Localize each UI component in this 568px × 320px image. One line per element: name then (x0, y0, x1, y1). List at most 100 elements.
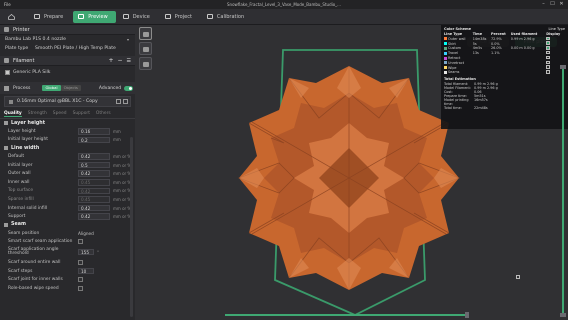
plate-thumbnail-1[interactable] (139, 27, 152, 40)
tab-device-label: Device (132, 13, 150, 20)
gcode-legend: Color Scheme Line Type Line Type Time Pe… (441, 25, 568, 129)
setting-label: Sparse infill (8, 196, 34, 202)
seam-title: Seam (11, 222, 26, 228)
sidebar-scrollbar[interactable] (130, 137, 133, 317)
scarf-inner-checkbox[interactable] (78, 277, 83, 283)
line-width-outer-input[interactable]: 0.42 (78, 170, 110, 177)
printer-section-header[interactable]: Printer (0, 25, 135, 35)
display-checkbox[interactable] (546, 70, 550, 74)
plate-type-row[interactable]: Plate type Smooth PEI Plate / High Temp … (0, 44, 135, 53)
filament-color-swatch[interactable] (5, 69, 10, 75)
plate-type-value[interactable]: Smooth PEI Plate / High Temp Plate (35, 46, 116, 51)
advanced-switch[interactable] (124, 85, 134, 91)
move-slider-handle[interactable] (465, 312, 469, 318)
display-checkbox[interactable] (546, 36, 550, 41)
tab-strength[interactable]: Strength (28, 111, 47, 116)
line-width-support-input[interactable]: 0.42 (78, 213, 110, 220)
smart-scarf-checkbox[interactable] (78, 239, 83, 245)
printer-select[interactable]: Bambu Lab P1S 0.4 nozzle ▾ (0, 35, 135, 44)
process-scope-toggle[interactable]: Global Objects (42, 85, 81, 91)
scarf-angle-input[interactable]: 155 (78, 248, 94, 256)
layer-slider[interactable] (560, 65, 566, 320)
close-button[interactable]: ✕ (557, 0, 566, 9)
legend-row[interactable]: Seams (444, 70, 565, 75)
display-checkbox[interactable] (546, 41, 550, 45)
filament-section-header[interactable]: Filament + − ☰ (0, 56, 135, 66)
maximize-button[interactable]: ☐ (548, 0, 557, 9)
line-width-top-input[interactable]: 0.42 (78, 187, 110, 195)
display-checkbox[interactable] (546, 65, 550, 69)
unit-label: mm (113, 137, 121, 143)
tab-others[interactable]: Others (96, 111, 111, 116)
unit-label: mm or % (113, 171, 132, 177)
plate-thumbnail-3[interactable] (139, 57, 152, 70)
move-slider[interactable] (225, 312, 469, 318)
scarf-angle-row: Scarf application angle threshold 155 ° (0, 246, 135, 258)
preset-name: 0.16mm Optimal @BBL X1C - Copy (17, 99, 98, 104)
display-checkbox[interactable] (546, 60, 550, 65)
seam-position-select[interactable]: Aligned (78, 231, 94, 236)
role-based-checkbox[interactable] (78, 285, 83, 291)
3d-viewport[interactable]: Slice plate Print plate Color Scheme Lin… (135, 25, 568, 320)
line-width-internal-input[interactable]: 0.42 (78, 204, 110, 212)
display-checkbox[interactable] (546, 46, 550, 50)
display-checkbox[interactable] (546, 55, 550, 60)
color-scheme-select[interactable]: Line Type (549, 27, 565, 31)
tab-prepare[interactable]: Prepare (29, 11, 71, 23)
process-preset-select[interactable]: 0.16mm Optimal @BBL X1C - Copy (4, 96, 131, 107)
setting-label: Scarf steps (8, 268, 33, 274)
preset-icon (9, 99, 13, 104)
scarf-around-checkbox[interactable] (78, 259, 83, 265)
legend-color-swatch (444, 66, 447, 70)
tab-preview[interactable]: Preview (73, 10, 116, 23)
tab-calibration[interactable]: Calibration (202, 11, 252, 23)
add-filament-icon[interactable]: + (108, 57, 113, 64)
line-width-inner-row: Inner wall 0.45 mm or % (0, 178, 135, 187)
line-width-initial-input[interactable]: 0.5 (78, 161, 110, 169)
layer-height-row: Layer height 0.16 mm (0, 127, 135, 136)
line-width-default-input[interactable]: 0.42 (78, 153, 110, 160)
minimize-button[interactable]: – (539, 0, 548, 9)
tab-quality[interactable]: Quality (4, 111, 22, 117)
setting-label: Internal solid infill (8, 205, 48, 211)
save-preset-icon[interactable] (116, 99, 121, 104)
tab-device[interactable]: Device (118, 11, 158, 23)
layer-height-input[interactable]: 0.16 (78, 128, 110, 135)
unit-label: mm or % (113, 214, 132, 220)
setting-label: Initial layer (8, 162, 33, 168)
layer-slider-top-handle[interactable] (560, 65, 566, 69)
mouse-cursor (516, 275, 520, 279)
line-width-sparse-input[interactable]: 0.45 (78, 196, 110, 203)
global-toggle[interactable]: Global (42, 85, 61, 91)
remove-filament-icon[interactable]: − (117, 57, 122, 64)
scarf-around-row: Scarf around entire wall (0, 258, 135, 267)
initial-layer-height-row: Initial layer height 0.2 mm (0, 136, 135, 145)
edit-preset-icon[interactable] (123, 99, 128, 104)
tab-preview-label: Preview (88, 13, 108, 20)
window-controls: – ☐ ✕ (539, 0, 566, 9)
setting-label: Scarf joint for inner walls (8, 277, 63, 283)
display-checkbox[interactable] (546, 50, 550, 55)
tab-support[interactable]: Support (73, 111, 90, 116)
line-type-table: Line Type Time Percent Used filament Dis… (444, 32, 565, 75)
plate-icon (142, 47, 149, 52)
plate-thumbnail-2[interactable] (139, 42, 152, 55)
filament-settings-icon[interactable]: ☰ (127, 58, 131, 64)
setting-label: Role-based wipe speed (8, 285, 59, 291)
setting-label: Default (8, 153, 25, 159)
layer-slider-bottom-handle[interactable] (560, 313, 566, 317)
tab-project[interactable]: Project (160, 11, 200, 23)
initial-layer-height-input[interactable]: 0.2 (78, 136, 110, 144)
legend-line-type: Seams (444, 70, 473, 75)
view-toolbar (139, 27, 153, 70)
setting-label: Seam position (8, 230, 40, 236)
objects-toggle[interactable]: Objects (60, 85, 81, 91)
line-width-top-row: Top surface 0.42 mm or % (0, 187, 135, 196)
scarf-steps-input[interactable]: 10 (78, 267, 94, 275)
line-width-support-row: Support 0.42 mm or % (0, 212, 135, 221)
home-button[interactable] (3, 11, 27, 23)
line-width-inner-input[interactable]: 0.45 (78, 179, 110, 186)
tab-speed[interactable]: Speed (53, 111, 67, 116)
filament-item[interactable]: Generic PLA Silk (0, 66, 135, 78)
setting-label: Smart scarf seam application (8, 239, 73, 245)
